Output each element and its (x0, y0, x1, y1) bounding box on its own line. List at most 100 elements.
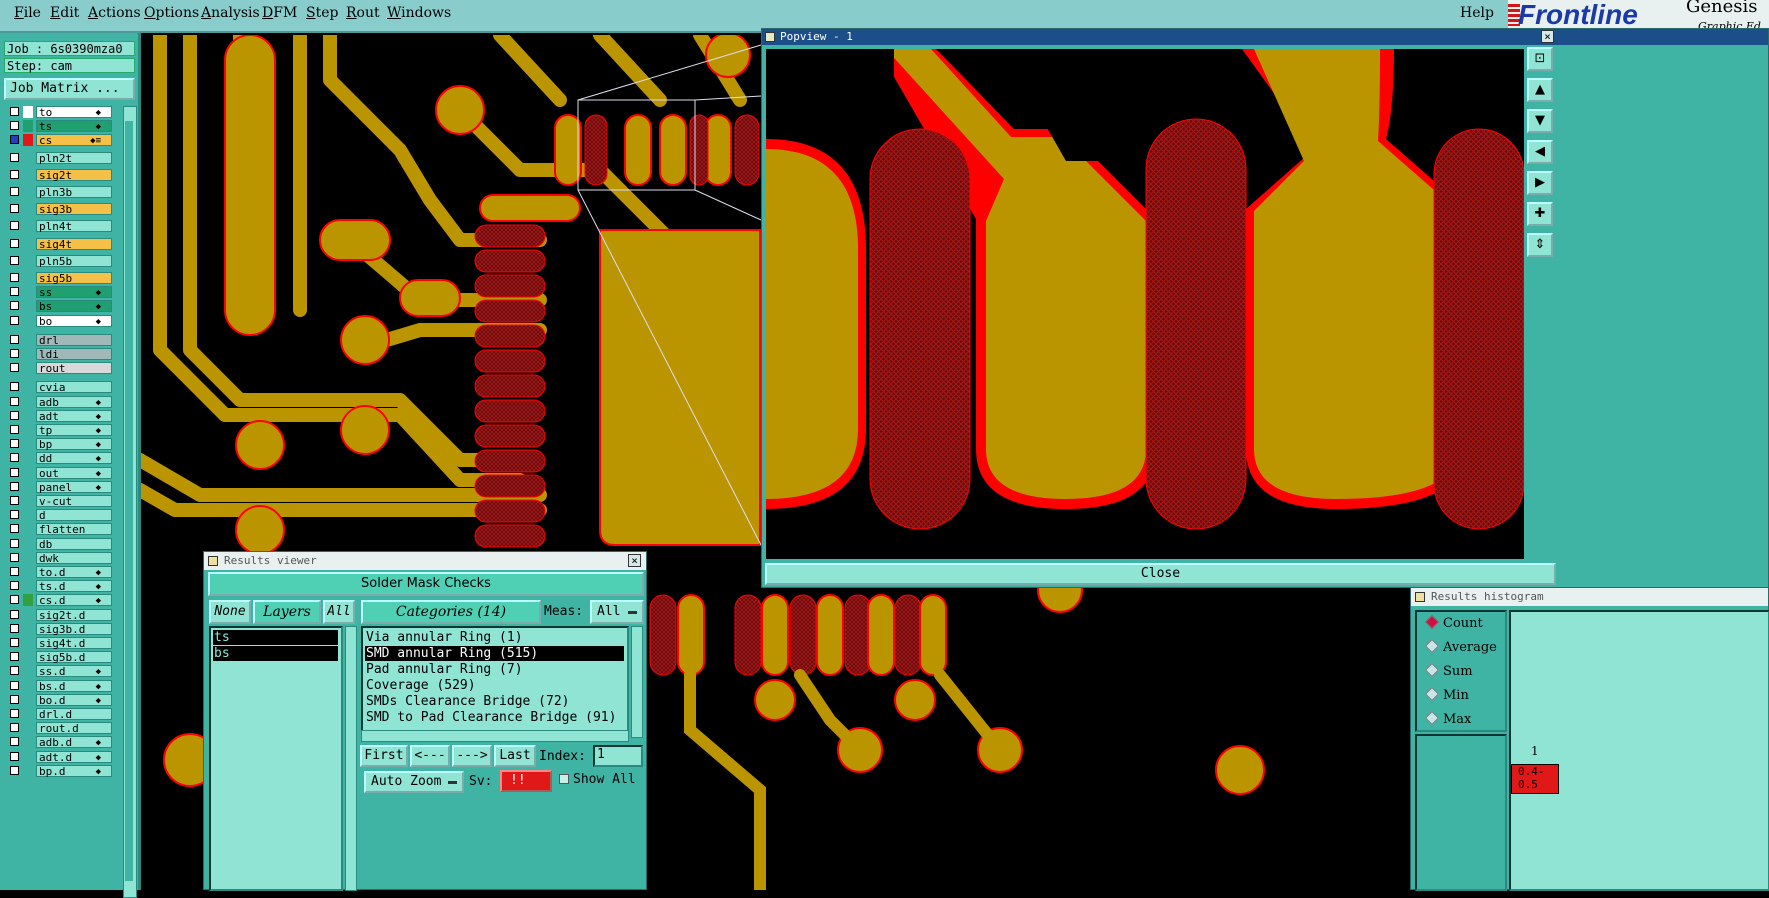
layer-affected-marker[interactable] (23, 362, 33, 374)
close-icon[interactable]: × (628, 554, 641, 567)
histogram-option-min[interactable]: Min (1424, 686, 1469, 706)
layer-checkbox[interactable] (10, 152, 19, 162)
layer-name[interactable]: flatten (36, 523, 112, 536)
layer-row-pln4t[interactable]: pln4t (4, 220, 120, 233)
layer-row-sig2t[interactable]: sig2t (4, 168, 120, 181)
layer-row-db[interactable]: db (4, 537, 120, 550)
layer-affected-marker[interactable] (23, 751, 33, 763)
menu-options[interactable]: Options (144, 5, 199, 21)
layer-name[interactable]: db (36, 537, 112, 550)
layer-name[interactable]: sig2t (36, 168, 112, 181)
layer-affected-marker[interactable] (23, 708, 33, 720)
histogram-option-count[interactable]: Count (1424, 614, 1483, 634)
layer-checkbox[interactable] (10, 255, 19, 265)
layer-affected-marker[interactable] (23, 594, 33, 607)
layer-affected-marker[interactable] (23, 651, 33, 663)
layer-affected-marker[interactable] (23, 220, 33, 232)
layer-checkbox[interactable] (10, 524, 19, 534)
layer-name[interactable]: pln2t (36, 151, 112, 164)
layer-row-rout-d[interactable]: rout.d (4, 722, 120, 735)
layer-name[interactable]: out ◆ (36, 466, 112, 479)
layer-affected-marker[interactable] (23, 169, 33, 181)
layer-name[interactable]: panel ◆ (36, 480, 112, 493)
layer-affected-marker[interactable] (23, 424, 33, 436)
histogram-titlebar[interactable]: Results histogram (1411, 588, 1768, 606)
layer-name[interactable]: tp ◆ (36, 424, 112, 437)
scrollbar-thumb[interactable] (125, 121, 133, 881)
layer-row-drl[interactable]: drl (4, 333, 120, 346)
layer-checkbox[interactable] (10, 107, 19, 116)
layer-name[interactable]: bp ◆ (36, 438, 112, 451)
layer-name[interactable]: sig3b (36, 203, 112, 216)
layer-row-cs-d[interactable]: cs.d ◆ (4, 594, 120, 607)
menu-windows[interactable]: Windows (387, 5, 451, 21)
severity-select[interactable]: !! (500, 770, 552, 792)
layer-affected-marker[interactable] (23, 694, 33, 706)
layer-name[interactable]: pln5b (36, 254, 112, 267)
layer-affected-marker[interactable] (23, 396, 33, 408)
menu-rout[interactable]: Rout (346, 5, 380, 21)
layer-affected-marker[interactable] (23, 665, 33, 677)
layer-affected-marker[interactable] (23, 637, 33, 649)
layer-affected-marker[interactable] (23, 381, 33, 393)
layer-name[interactable]: sig5b (36, 272, 112, 285)
layer-affected-marker[interactable] (23, 286, 33, 298)
layer-checkbox[interactable] (10, 751, 19, 761)
job-matrix-button[interactable]: Job Matrix ... (4, 78, 135, 100)
layers-all-button[interactable]: All (323, 600, 355, 624)
layer-affected-marker[interactable] (23, 106, 33, 118)
layer-checkbox[interactable] (10, 273, 19, 282)
layer-checkbox[interactable] (10, 135, 19, 145)
layer-name[interactable]: sig4t.d (36, 637, 112, 650)
layer-checkbox[interactable] (10, 349, 19, 358)
layer-row-ss-d[interactable]: ss.d ◆ (4, 665, 120, 678)
layer-checkbox[interactable] (10, 595, 19, 605)
layer-affected-marker[interactable] (23, 580, 33, 592)
histogram-plot[interactable]: 1 0.4- 0.5 (1509, 610, 1769, 891)
menu-analysis[interactable]: Analysis (201, 5, 260, 21)
layer-affected-marker[interactable] (23, 272, 33, 284)
layer-checkbox[interactable] (10, 638, 19, 647)
layer-checkbox[interactable] (10, 496, 19, 505)
layer-name[interactable]: pln3b (36, 186, 112, 199)
layer-checkbox[interactable] (10, 538, 19, 548)
layer-affected-marker[interactable] (23, 315, 33, 327)
layer-row-to[interactable]: to ◆ (4, 106, 120, 119)
layer-row-to-d[interactable]: to.d ◆ (4, 566, 120, 579)
layer-checkbox[interactable] (10, 652, 19, 662)
menu-help[interactable]: Help (1460, 5, 1494, 21)
layer-row-out[interactable]: out ◆ (4, 466, 120, 479)
layer-checkbox[interactable] (10, 467, 19, 477)
layer-name[interactable]: dd ◆ (36, 452, 112, 465)
layer-name[interactable]: sig5b.d (36, 651, 112, 664)
layer-row-ss[interactable]: ss ◆ (4, 286, 120, 299)
layer-name[interactable]: ts ◆ (36, 120, 112, 133)
layer-affected-marker[interactable] (23, 120, 33, 133)
layer-name[interactable]: sig3b.d (36, 622, 112, 635)
layer-checkbox[interactable] (10, 204, 19, 214)
popview-close-button[interactable]: Close (765, 563, 1556, 585)
layer-checkbox[interactable] (10, 567, 19, 576)
layer-row-sig2t-d[interactable]: sig2t.d (4, 608, 120, 621)
layer-name[interactable]: ldi (36, 348, 112, 361)
layer-checkbox[interactable] (10, 439, 19, 449)
layer-checkbox[interactable] (10, 609, 19, 619)
layer-checkbox[interactable] (10, 363, 19, 373)
close-icon[interactable]: × (1541, 30, 1554, 43)
layer-affected-marker[interactable] (23, 467, 33, 479)
layer-row-pln3b[interactable]: pln3b (4, 186, 120, 199)
layer-name[interactable]: bp.d ◆ (36, 764, 112, 777)
layer-checkbox[interactable] (10, 425, 19, 434)
zoom-out-icon[interactable]: ⇕ (1527, 233, 1553, 257)
layer-name[interactable]: cs.d ◆ (36, 594, 112, 607)
zoom-home-icon[interactable]: ⊡ (1527, 47, 1553, 71)
popview-zoom-canvas[interactable] (766, 49, 1524, 559)
window-menu-icon[interactable] (208, 556, 218, 566)
layer-row-sig3b-d[interactable]: sig3b.d (4, 622, 120, 635)
layers-list[interactable]: ts bs (209, 626, 343, 891)
layer-name[interactable]: cvia (36, 381, 112, 394)
layer-row-bs-d[interactable]: bs.d ◆ (4, 679, 120, 692)
layer-row-bp[interactable]: bp ◆ (4, 438, 120, 451)
layer-name[interactable]: d (36, 509, 112, 522)
layer-item-ts[interactable]: ts (213, 630, 338, 645)
